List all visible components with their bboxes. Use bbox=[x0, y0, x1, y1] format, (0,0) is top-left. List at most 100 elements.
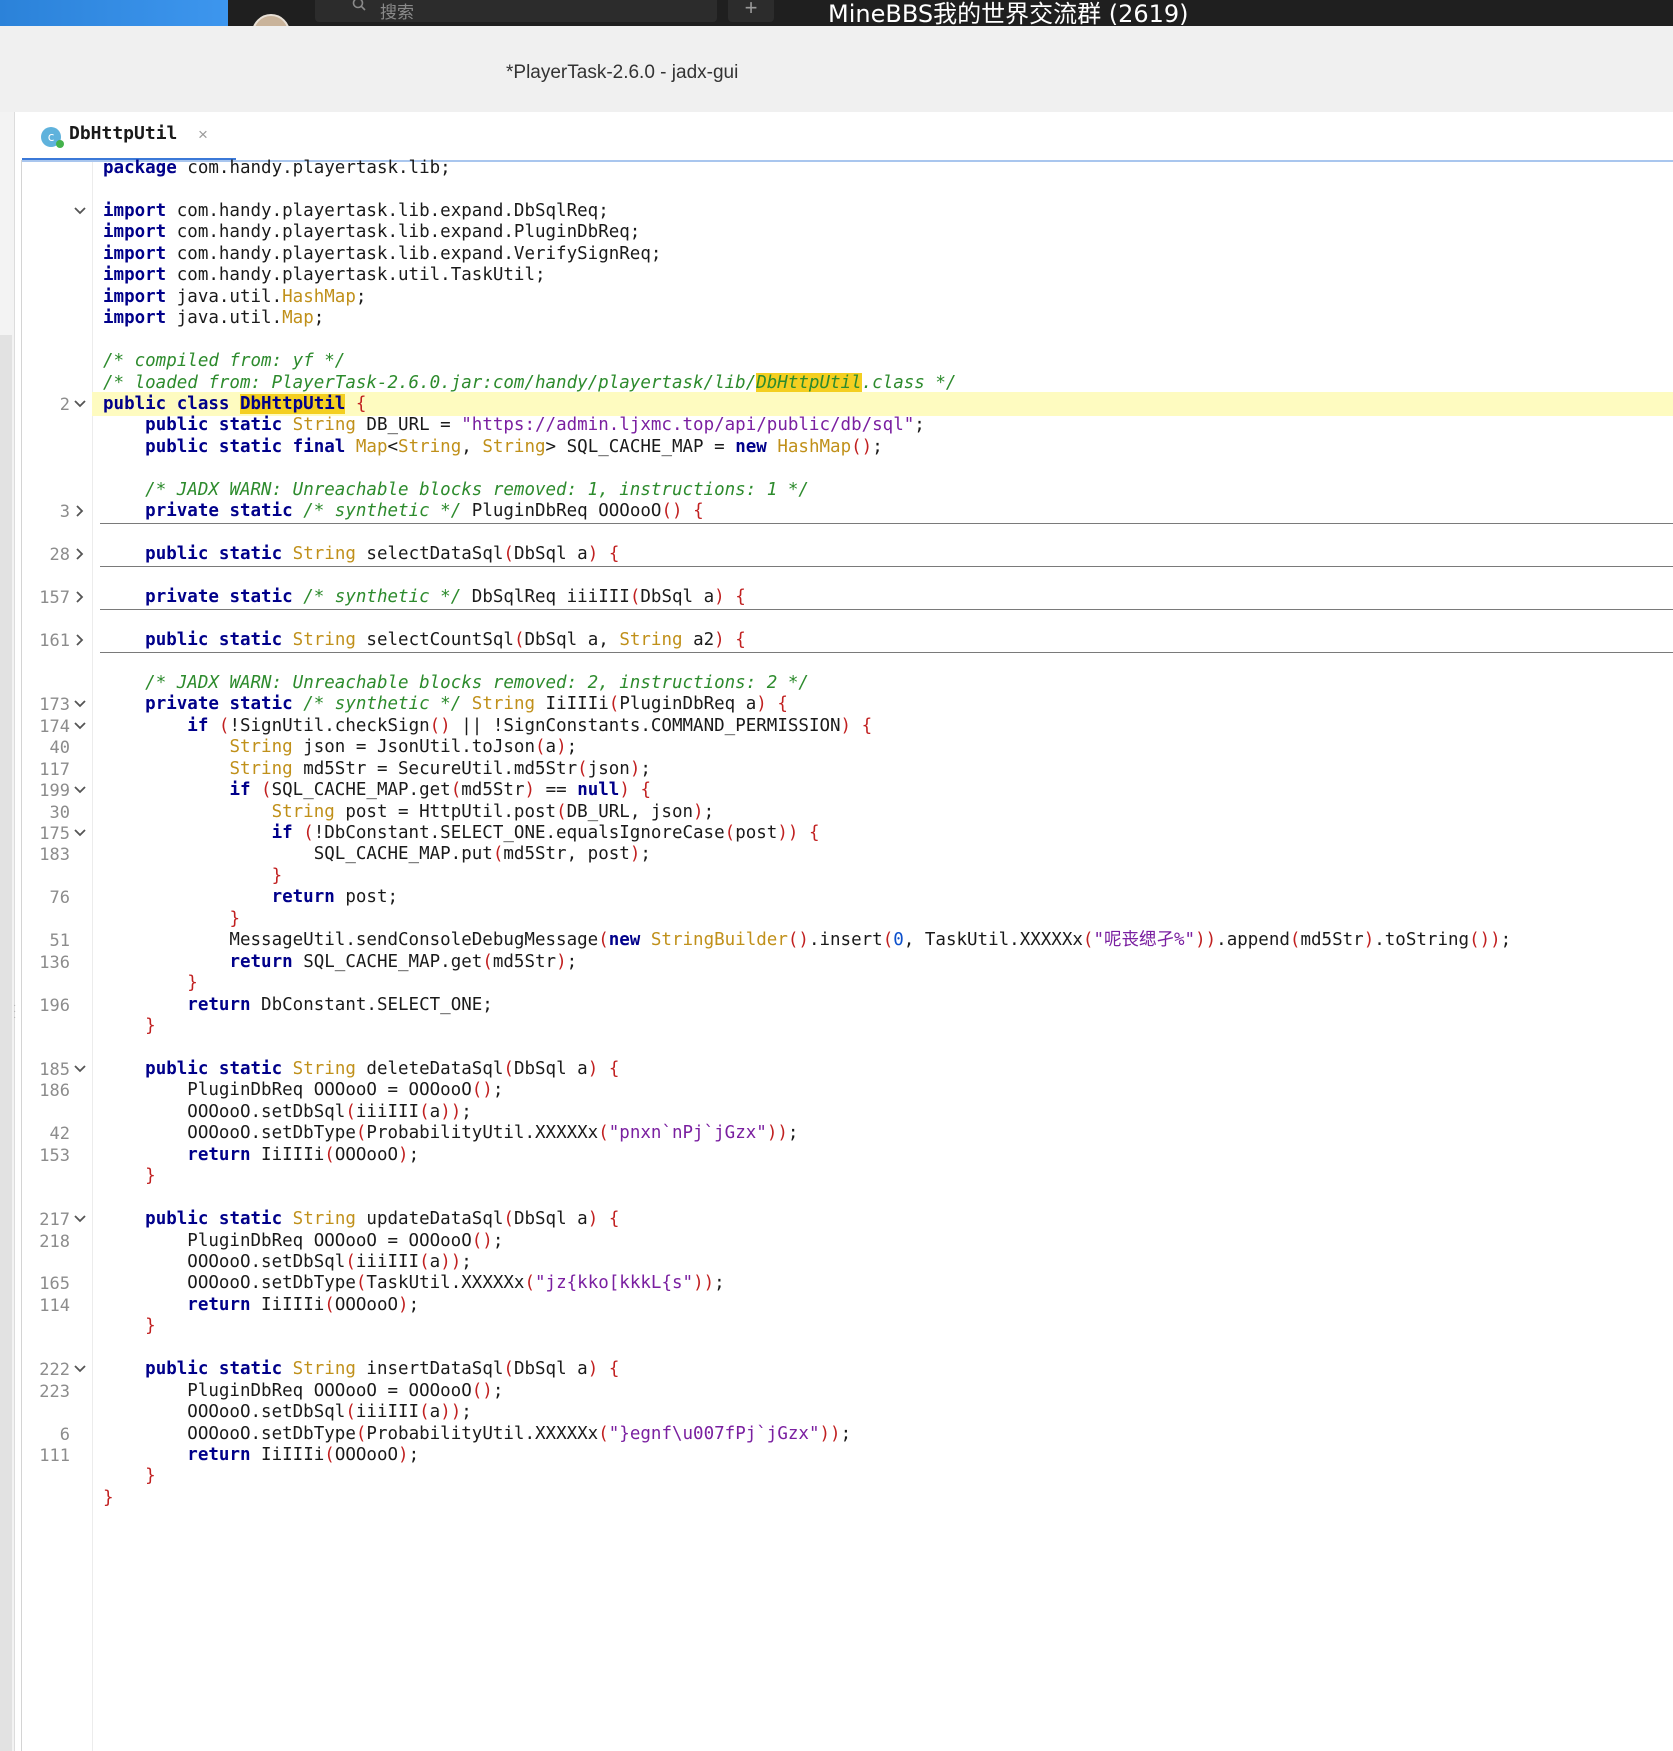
line-number: 174 bbox=[39, 716, 70, 737]
code-line[interactable]: return IiIIIi(OOOooO); bbox=[103, 1143, 419, 1167]
fold-collapsed-icon[interactable] bbox=[73, 590, 87, 608]
fold-collapsed-icon[interactable] bbox=[73, 504, 87, 522]
code-line[interactable]: if (!DbConstant.SELECT_ONE.equalsIgnoreC… bbox=[103, 821, 820, 845]
fold-expanded-icon[interactable] bbox=[73, 204, 87, 222]
code-token: null bbox=[577, 780, 620, 801]
code-line[interactable]: SQL_CACHE_MAP.put(md5Str, post); bbox=[103, 842, 651, 866]
code-line[interactable]: /* compiled from: yf */ bbox=[103, 349, 345, 373]
fold-expanded-icon[interactable] bbox=[73, 397, 87, 415]
code-line[interactable]: } bbox=[103, 1464, 156, 1488]
code-editor[interactable]: package com.handy.playertask.lib; import … bbox=[0, 0, 1673, 1751]
code-token: String bbox=[292, 1359, 356, 1380]
code-token: import bbox=[103, 243, 167, 264]
code-line[interactable]: return post; bbox=[103, 885, 398, 909]
code-line[interactable]: if (!SignUtil.checkSign() || !SignConsta… bbox=[103, 714, 872, 738]
code-token: { bbox=[608, 1058, 620, 1079]
code-line[interactable]: import com.handy.playertask.lib.expand.D… bbox=[103, 199, 609, 223]
line-number: 196 bbox=[39, 995, 70, 1016]
code-line[interactable]: private static /* synthetic */ DbSqlReq … bbox=[103, 585, 746, 609]
code-token: a bbox=[429, 1251, 441, 1272]
code-line[interactable]: String md5Str = SecureUtil.md5Str(json); bbox=[103, 757, 651, 781]
code-token: ( bbox=[513, 629, 525, 650]
fold-expanded-icon[interactable] bbox=[73, 1362, 87, 1380]
code-token: import bbox=[103, 286, 167, 307]
code-token: md5Str bbox=[461, 780, 525, 801]
code-line[interactable]: } bbox=[103, 907, 240, 931]
code-line[interactable]: OOOooO.setDbSql(iiiIII(a)); bbox=[103, 1400, 472, 1424]
code-token: insertDataSql bbox=[355, 1359, 504, 1380]
code-token: ( bbox=[598, 930, 609, 951]
code-line[interactable]: /* JADX WARN: Unreachable blocks removed… bbox=[103, 478, 809, 502]
code-line[interactable]: String json = JsonUtil.toJson(a); bbox=[103, 735, 577, 759]
code-line[interactable]: public static String updateDataSql(DbSql… bbox=[103, 1207, 619, 1231]
code-token: () bbox=[471, 1080, 493, 1101]
fold-expanded-icon[interactable] bbox=[73, 1212, 87, 1230]
fold-collapsed-icon[interactable] bbox=[73, 547, 87, 565]
code-line[interactable]: public static String selectDataSql(DbSql… bbox=[103, 542, 619, 566]
fold-expanded-icon[interactable] bbox=[73, 697, 87, 715]
fold-expanded-icon[interactable] bbox=[73, 719, 87, 737]
code-token: return bbox=[187, 1294, 251, 1315]
code-token: iiiIII bbox=[355, 1101, 420, 1122]
code-token: a bbox=[429, 1402, 441, 1423]
code-line[interactable]: PluginDbReq OOOooO = OOOooO(); bbox=[103, 1229, 503, 1253]
code-line[interactable]: public static String insertDataSql(DbSql… bbox=[103, 1357, 619, 1381]
code-line[interactable]: public class DbHttpUtil { bbox=[103, 392, 366, 416]
line-number: 199 bbox=[39, 781, 70, 802]
code-line[interactable]: public static String DB_URL = "https://a… bbox=[103, 413, 925, 437]
code-token: /* synthetic */ bbox=[303, 587, 462, 607]
code-line[interactable]: } bbox=[103, 864, 283, 888]
code-line[interactable]: OOOooO.setDbType(ProbabilityUtil.XXXXXx(… bbox=[103, 1121, 798, 1145]
code-line[interactable]: OOOooO.setDbType(TaskUtil.XXXXXx("jz{kko… bbox=[103, 1271, 724, 1295]
code-line[interactable]: public static final Map<String, String> … bbox=[103, 435, 883, 459]
fold-collapsed-icon[interactable] bbox=[73, 633, 87, 651]
code-line[interactable]: return DbConstant.SELECT_ONE; bbox=[103, 993, 493, 1017]
fold-expanded-icon[interactable] bbox=[73, 783, 87, 801]
code-line[interactable]: import java.util.Map; bbox=[103, 306, 324, 330]
code-line[interactable]: } bbox=[103, 1164, 156, 1188]
code-line[interactable]: String post = HttpUtil.post(DB_URL, json… bbox=[103, 800, 715, 824]
code-line[interactable]: private static /* synthetic */ String Ii… bbox=[103, 692, 788, 716]
code-line[interactable]: private static /* synthetic */ PluginDbR… bbox=[103, 499, 703, 523]
code-line[interactable]: package com.handy.playertask.lib; bbox=[103, 156, 451, 180]
code-line[interactable]: public static String deleteDataSql(DbSql… bbox=[103, 1057, 619, 1081]
code-line[interactable]: } bbox=[103, 1486, 114, 1510]
code-line[interactable]: return SQL_CACHE_MAP.get(md5Str); bbox=[103, 950, 577, 974]
code-line[interactable]: PluginDbReq OOOooO = OOOooO(); bbox=[103, 1078, 503, 1102]
code-token: { bbox=[735, 587, 746, 607]
code-line[interactable]: import com.handy.playertask.util.TaskUti… bbox=[103, 263, 546, 287]
code-line[interactable]: OOOooO.setDbType(ProbabilityUtil.XXXXXx(… bbox=[103, 1422, 851, 1446]
code-token: "https://admin.ljxmc.top/api/public/db/s… bbox=[461, 415, 915, 436]
code-token: ) bbox=[693, 801, 704, 822]
code-line[interactable]: OOOooO.setDbSql(iiiIII(a)); bbox=[103, 1250, 472, 1274]
code-line[interactable]: return IiIIIi(OOOooO); bbox=[103, 1443, 419, 1467]
code-token: () bbox=[471, 1230, 493, 1251]
code-line[interactable]: OOOooO.setDbSql(iiiIII(a)); bbox=[103, 1100, 472, 1124]
code-token: !SignUtil.checkSign bbox=[229, 715, 430, 736]
code-line[interactable]: /* loaded from: PlayerTask-2.6.0.jar:com… bbox=[103, 371, 956, 395]
code-line[interactable]: MessageUtil.sendConsoleDebugMessage(new … bbox=[103, 928, 1511, 952]
code-line[interactable]: } bbox=[103, 1314, 156, 1338]
code-token: OOOooO bbox=[334, 1445, 399, 1465]
code-line[interactable]: import java.util.HashMap; bbox=[103, 285, 366, 309]
fold-expanded-icon[interactable] bbox=[73, 1062, 87, 1080]
code-line[interactable]: import com.handy.playertask.lib.expand.V… bbox=[103, 242, 661, 266]
code-line[interactable]: } bbox=[103, 1014, 156, 1038]
code-line[interactable]: return IiIIIi(OOOooO); bbox=[103, 1293, 419, 1317]
code-token: } bbox=[145, 1166, 156, 1187]
fold-expanded-icon[interactable] bbox=[73, 826, 87, 844]
code-line[interactable]: } bbox=[103, 971, 198, 995]
code-line[interactable]: PluginDbReq OOOooO = OOOooO(); bbox=[103, 1379, 503, 1403]
code-line[interactable]: if (SQL_CACHE_MAP.get(md5Str) == null) { bbox=[103, 778, 651, 802]
code-token: ProbabilityUtil.XXXXXx bbox=[366, 1423, 599, 1444]
code-token: !DbConstant.SELECT_ONE.equalsIgnoreCase bbox=[313, 822, 725, 843]
code-line[interactable]: public static String selectCountSql(DbSq… bbox=[103, 628, 746, 652]
code-line[interactable]: import com.handy.playertask.lib.expand.P… bbox=[103, 220, 640, 244]
code-line[interactable]: /* JADX WARN: Unreachable blocks removed… bbox=[103, 671, 809, 695]
